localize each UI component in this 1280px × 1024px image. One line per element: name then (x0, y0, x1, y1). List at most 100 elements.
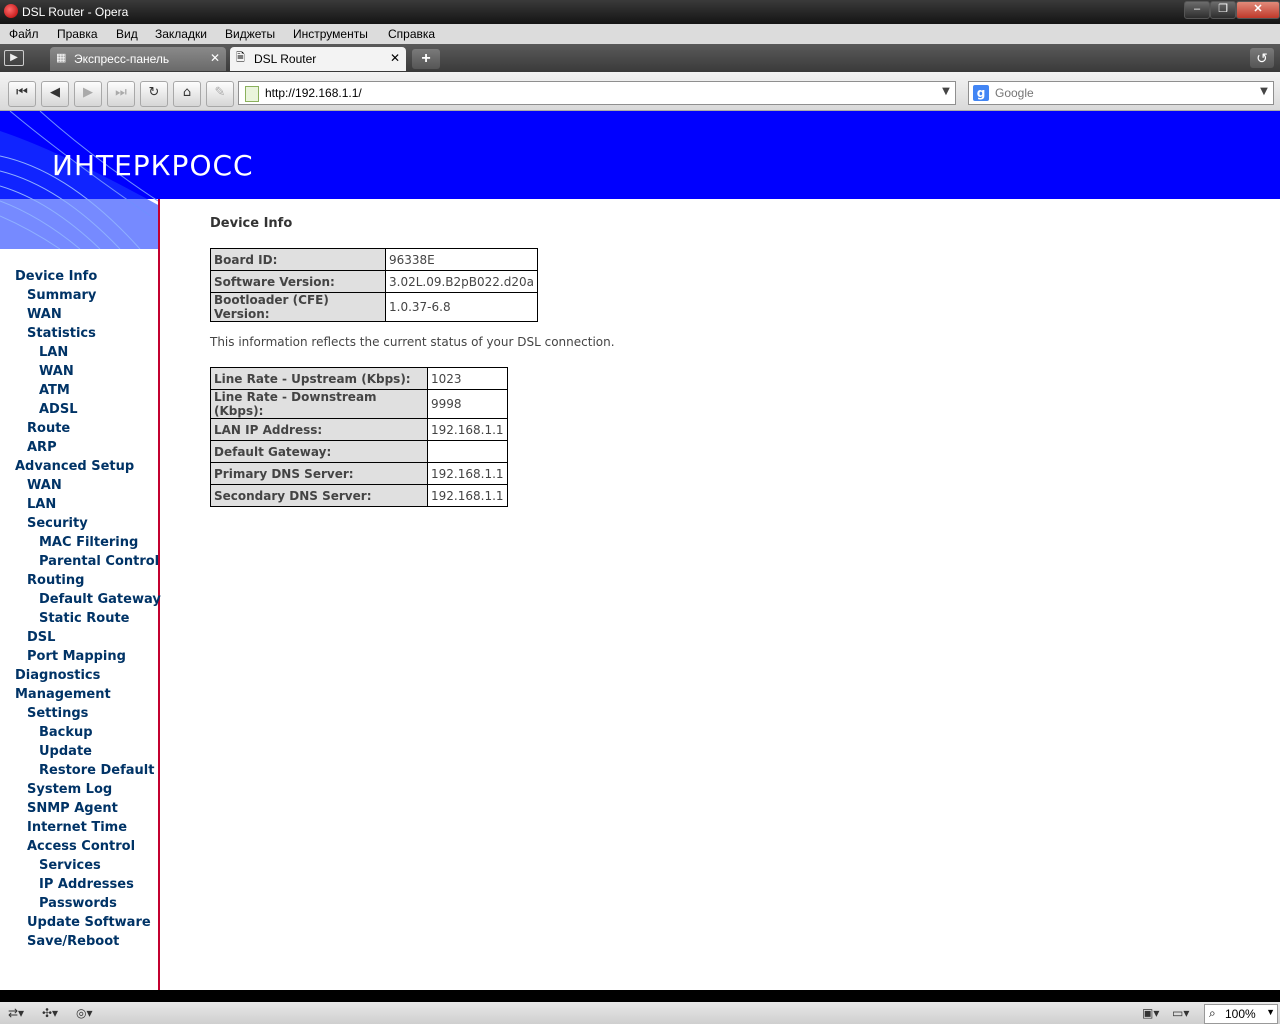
sidebar-item-services[interactable]: Services (39, 858, 101, 873)
view-icon[interactable]: ▭▾ (1172, 1005, 1189, 1021)
sidebar-item-lan[interactable]: LAN (39, 345, 68, 360)
search-input[interactable] (993, 84, 1247, 102)
reload-icon[interactable]: ↻ (140, 81, 168, 107)
sidebar-item-default-gateway[interactable]: Default Gateway (39, 592, 161, 607)
row-label: Secondary DNS Server: (210, 484, 428, 507)
image-mode-icon[interactable]: ▣▾ (1142, 1005, 1159, 1021)
sidebar: Device Info Summary WAN Statistics LAN WAN ATM… (0, 249, 161, 990)
menu-item-view[interactable]: Вид (116, 27, 138, 41)
close-window-button[interactable]: ✕ (1236, 1, 1280, 19)
zoom-control[interactable]: ⌕ 100% ▼ (1204, 1004, 1278, 1024)
menu-item-bookmarks[interactable]: Закладки (155, 27, 207, 41)
row-value: 1023 (427, 367, 508, 390)
sidebar-item-diagnostics[interactable]: Diagnostics (15, 668, 100, 683)
new-tab-button[interactable]: + (412, 49, 440, 69)
status-note: This information reflects the current st… (210, 335, 615, 349)
sidebar-item-route[interactable]: Route (27, 421, 70, 436)
table-row: Default Gateway: (210, 440, 508, 463)
turbo-icon[interactable]: ◎▾ (76, 1005, 93, 1021)
chevron-down-icon[interactable]: ▼ (1257, 84, 1271, 100)
sidebar-item-arp[interactable]: ARP (27, 440, 57, 455)
sidebar-item-snmp-agent[interactable]: SNMP Agent (27, 801, 118, 816)
row-value: 192.168.1.1 (427, 418, 508, 441)
menu-item-help[interactable]: Справка (388, 27, 435, 41)
sidebar-item-access-control[interactable]: Access Control (27, 839, 135, 854)
sidebar-item-device-info[interactable]: Device Info (15, 269, 97, 284)
sidebar-item-save-reboot[interactable]: Save/Reboot (27, 934, 119, 949)
tab-label: Экспресс-панель (74, 52, 170, 66)
sidebar-item-management[interactable]: Management (15, 687, 111, 702)
chevron-down-icon[interactable]: ▼ (939, 84, 953, 100)
row-label: Default Gateway: (210, 440, 428, 463)
window-title: DSL Router - Opera (22, 5, 129, 19)
sidebar-item-ip-addresses[interactable]: IP Addresses (39, 877, 134, 892)
sidebar-item-adsl[interactable]: ADSL (39, 402, 78, 417)
address-value[interactable]: http://192.168.1.1/ (265, 86, 362, 100)
sidebar-item-parental-control[interactable]: Parental Control (39, 554, 159, 569)
row-label: Primary DNS Server: (210, 462, 428, 485)
device-info-table: Board ID: 96338E Software Version: 3.02L… (210, 248, 538, 322)
sidebar-item-atm[interactable]: ATM (39, 383, 70, 398)
back-icon[interactable]: ◀ (41, 81, 69, 107)
rewind-icon[interactable]: ⏮ (8, 81, 36, 107)
sync-icon[interactable]: ⇄▾ (8, 1005, 24, 1021)
opera-logo-icon[interactable] (4, 4, 18, 18)
title-bar: DSL Router - Opera – ❐ ✕ (0, 0, 1280, 24)
sidebar-item-advanced-setup[interactable]: Advanced Setup (15, 459, 134, 474)
tab-dsl-router[interactable]: 🗎 DSL Router ✕ (230, 47, 406, 71)
minimize-button[interactable]: – (1184, 1, 1210, 19)
table-row: Primary DNS Server: 192.168.1.1 (210, 462, 508, 485)
sidebar-item-update[interactable]: Update (39, 744, 92, 759)
row-label: Software Version: (210, 270, 386, 293)
sidebar-item-wan[interactable]: WAN (27, 307, 62, 322)
sidebar-item-wan[interactable]: WAN (39, 364, 74, 379)
fast-forward-icon[interactable]: ⏭ (107, 81, 135, 107)
google-icon[interactable]: g (973, 85, 989, 101)
sidebar-item-mac-filtering[interactable]: MAC Filtering (39, 535, 138, 550)
sidebar-item-system-log[interactable]: System Log (27, 782, 112, 797)
trash-icon[interactable]: ↺ (1250, 48, 1274, 68)
close-tab-icon[interactable]: ✕ (210, 51, 220, 65)
sidebar-item-statistics[interactable]: Statistics (27, 326, 96, 341)
sidebar-divider (158, 199, 160, 249)
sidebar-item-security[interactable]: Security (27, 516, 88, 531)
sidebar-item-lan[interactable]: LAN (27, 497, 56, 512)
sidebar-item-backup[interactable]: Backup (39, 725, 93, 740)
sidebar-item-routing[interactable]: Routing (27, 573, 84, 588)
table-row: Line Rate - Upstream (Kbps): 1023 (210, 367, 508, 390)
sidebar-item-summary[interactable]: Summary (27, 288, 96, 303)
close-tab-icon[interactable]: ✕ (390, 51, 400, 65)
tab-speed-dial[interactable]: ▦ Экспресс-панель ✕ (50, 47, 226, 71)
sidebar-item-settings[interactable]: Settings (27, 706, 88, 721)
menu-item-widgets[interactable]: Виджеты (225, 27, 275, 41)
sidebar-item-update-software[interactable]: Update Software (27, 915, 151, 930)
menu-item-file[interactable]: Файл (9, 27, 39, 41)
wand-icon[interactable]: ✎ (206, 81, 234, 107)
menu-item-tools[interactable]: Инструменты (293, 27, 368, 41)
sidebar-item-dsl[interactable]: DSL (27, 630, 55, 645)
sidebar-item-passwords[interactable]: Passwords (39, 896, 117, 911)
grid-icon: ▦ (56, 52, 67, 64)
panel-toggle-icon[interactable]: ▶ (4, 50, 24, 66)
row-value: 3.02L.09.B2pB022.d20a (385, 270, 538, 293)
table-row: LAN IP Address: 192.168.1.1 (210, 418, 508, 441)
sidebar-item-restore-default[interactable]: Restore Default (39, 763, 154, 778)
chevron-down-icon[interactable]: ▼ (1266, 1007, 1275, 1017)
sidebar-item-static-route[interactable]: Static Route (39, 611, 129, 626)
sidebar-item-port-mapping[interactable]: Port Mapping (27, 649, 126, 664)
home-icon[interactable]: ⌂ (173, 81, 201, 107)
search-box[interactable]: g ▼ (968, 81, 1274, 105)
address-bar[interactable]: http://192.168.1.1/ ▼ (238, 81, 956, 105)
maximize-button[interactable]: ❐ (1210, 1, 1236, 19)
unite-icon[interactable]: ✣▾ (42, 1005, 58, 1021)
brand-logo: ИНТЕРКРОСС (52, 149, 254, 182)
row-label: Bootloader (CFE) Version: (210, 292, 386, 322)
menu-item-edit[interactable]: Правка (57, 27, 98, 41)
sidebar-item-wan[interactable]: WAN (27, 478, 62, 493)
statusbar-divider (0, 990, 1280, 1002)
page-title: Device Info (210, 216, 293, 231)
zoom-value: 100% (1225, 1007, 1256, 1021)
forward-icon[interactable]: ▶ (74, 81, 102, 107)
sidebar-item-internet-time[interactable]: Internet Time (27, 820, 127, 835)
row-value: 9998 (427, 389, 508, 419)
